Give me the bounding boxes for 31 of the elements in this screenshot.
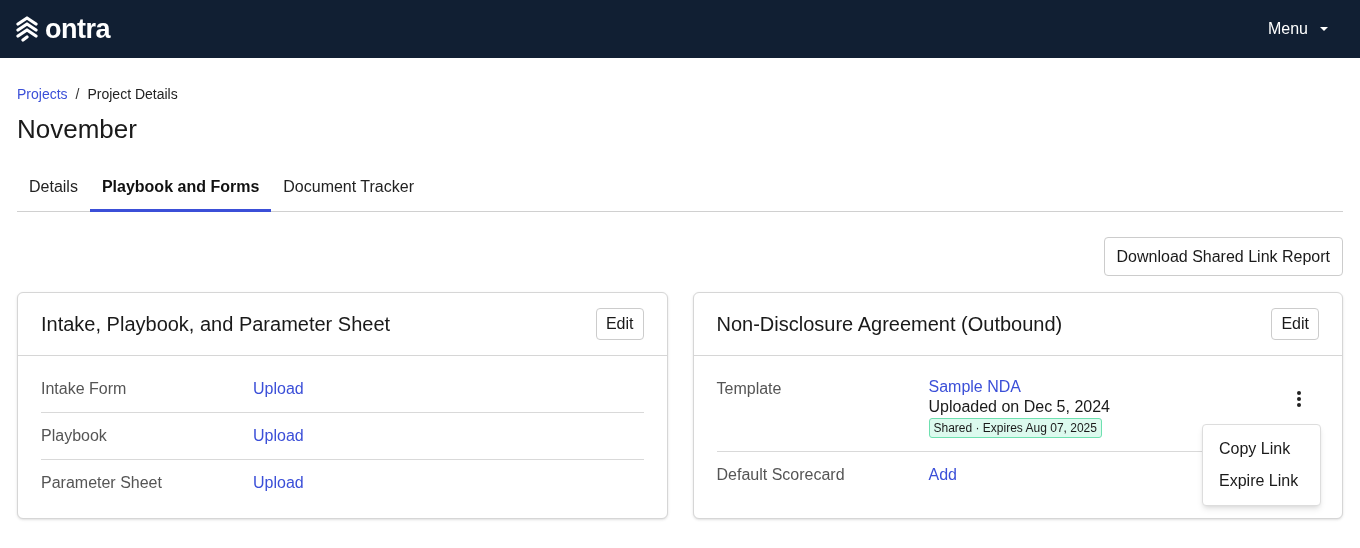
logo-text: ontra <box>45 12 110 46</box>
download-report-button[interactable]: Download Shared Link Report <box>1103 237 1343 276</box>
upload-date: Uploaded on Dec 5, 2024 <box>928 397 1110 417</box>
breadcrumb-current: Project Details <box>87 85 178 104</box>
row-label: Default Scorecard <box>716 465 846 485</box>
caret-icon <box>1320 27 1328 31</box>
row-label: Playbook <box>41 426 108 446</box>
row-label: Template <box>716 379 783 399</box>
logo-icon <box>15 16 39 42</box>
card-title: Non-Disclosure Agreement (Outbound) <box>716 312 1063 337</box>
page-title: November <box>17 113 138 145</box>
tab[interactable]: Playbook and Forms <box>89 175 272 212</box>
row-link[interactable]: Upload <box>253 471 304 495</box>
breadcrumb-separator: / <box>75 85 80 104</box>
row-label: Parameter Sheet <box>41 473 163 493</box>
file-link[interactable]: Sample NDA <box>928 377 1021 397</box>
status-badge: Shared · Expires Aug 07, 2025 <box>928 418 1102 438</box>
tab[interactable]: Details <box>17 175 90 212</box>
card-title: Intake, Playbook, and Parameter Sheet <box>41 312 391 337</box>
row-label: Intake Form <box>41 379 128 399</box>
more-vertical-icon <box>1297 391 1301 407</box>
menu-button[interactable]: Menu <box>1267 17 1328 41</box>
edit-button[interactable]: Edit <box>1271 308 1319 340</box>
row-link[interactable]: Upload <box>253 377 304 401</box>
tab[interactable]: Document Tracker <box>271 175 426 212</box>
breadcrumb-link[interactable]: Projects <box>17 84 68 105</box>
menu-item[interactable]: Expire Link <box>1203 465 1320 497</box>
edit-button[interactable]: Edit <box>595 308 644 340</box>
menu-item[interactable]: Copy Link <box>1203 433 1320 465</box>
row-link[interactable]: Upload <box>253 424 304 448</box>
row-link[interactable]: Add <box>928 463 957 487</box>
